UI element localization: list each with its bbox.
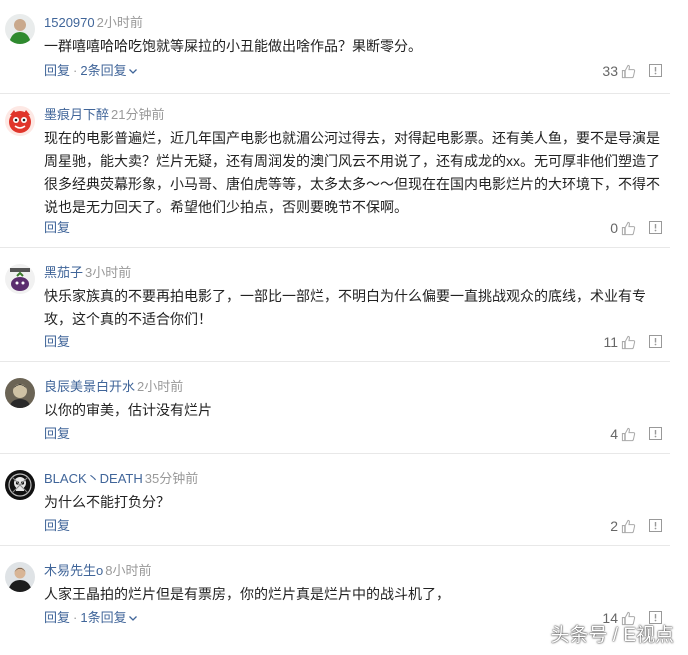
report-icon (654, 430, 657, 438)
separator: · (73, 610, 78, 625)
skull-emblem-avatar-icon (5, 470, 35, 500)
report-icon (654, 522, 657, 530)
replies-count-label: 1条回复 (80, 610, 127, 625)
timestamp: 2小时前 (137, 379, 184, 394)
chevron-down-icon (128, 69, 137, 74)
username[interactable]: 1520970 (44, 15, 95, 30)
comment-text: 为什么不能打负分？ (44, 494, 170, 510)
separator: · (73, 63, 78, 78)
timestamp: 35分钟前 (144, 471, 199, 486)
comment-actions: 回复 (44, 333, 70, 351)
like-count: 0 (610, 220, 618, 236)
thumbs-up-icon (621, 221, 636, 235)
report-icon (654, 67, 657, 75)
comment-item: 1520970 2小时前 一群嘻嘻哈哈吃饱就等屎拉的小丑能做出啥作品？果断零分。 … (0, 14, 670, 94)
report-button[interactable] (649, 221, 662, 234)
reply-button[interactable]: 回复 (44, 610, 70, 625)
chevron-down-icon (128, 616, 137, 621)
comment-item: 墨痕月下醉 21分钟前 现在的电影普遍烂，近几年国产电影也就湄公河过得去，对得起电… (0, 106, 670, 248)
comment-meta: 良辰美景白开水 2小时前 (44, 378, 183, 396)
dark-portrait-avatar-icon (5, 378, 35, 408)
thumbs-up-icon (621, 335, 636, 349)
like-button[interactable]: 4 (610, 425, 636, 443)
like-count: 11 (603, 334, 618, 350)
report-button[interactable] (649, 64, 662, 77)
avatar[interactable] (5, 378, 35, 408)
like-button[interactable]: 0 (610, 219, 636, 237)
avatar[interactable] (5, 562, 35, 592)
thumbs-up-icon (621, 427, 636, 441)
avatar[interactable] (5, 14, 35, 44)
comment-text: 一群嘻嘻哈哈吃饱就等屎拉的小丑能做出啥作品？果断零分。 (44, 38, 422, 54)
like-count: 4 (610, 426, 618, 442)
reply-button[interactable]: 回复 (44, 518, 70, 533)
username[interactable]: 良辰美景白开水 (44, 379, 135, 394)
username[interactable]: 黑茄子 (44, 265, 83, 280)
timestamp: 21分钟前 (111, 107, 165, 122)
reply-button[interactable]: 回复 (44, 426, 70, 441)
comment-actions: 回复 (44, 425, 70, 443)
avatar[interactable] (5, 106, 35, 136)
view-replies-button[interactable]: 2条回复 (80, 63, 137, 78)
purple-eggplant-avatar-icon (5, 264, 35, 294)
report-icon (654, 338, 657, 346)
report-button[interactable] (649, 427, 662, 440)
reply-button[interactable]: 回复 (44, 63, 70, 78)
green-shirt-person-avatar-icon (5, 14, 35, 44)
like-button[interactable]: 2 (610, 517, 636, 535)
like-count: 33 (602, 63, 618, 79)
report-button[interactable] (649, 335, 662, 348)
thumbs-up-icon (621, 519, 636, 533)
report-icon (654, 224, 657, 232)
watermark: 头条号 / E视点 (550, 625, 674, 646)
comment-item: 黑茄子 3小时前 快乐家族真的不要再拍电影了，一部比一部烂，不明白为什么偏要一直挑… (0, 264, 670, 362)
report-button[interactable] (649, 519, 662, 532)
comment-actions: 回复 (44, 517, 70, 535)
like-button[interactable]: 11 (603, 333, 636, 351)
reply-button[interactable]: 回复 (44, 220, 70, 235)
comment-actions: 回复 · 2条回复 (44, 62, 137, 80)
comment-meta: 黑茄子 3小时前 (44, 264, 131, 282)
timestamp: 3小时前 (85, 265, 132, 280)
comment-list: 1520970 2小时前 一群嘻嘻哈哈吃饱就等屎拉的小丑能做出啥作品？果断零分。 … (0, 0, 688, 655)
comment-item: 良辰美景白开水 2小时前 以你的审美，估计没有烂片 回复 4 (0, 378, 670, 454)
username[interactable]: 木易先生o (44, 563, 103, 578)
thumbs-up-icon (621, 64, 636, 78)
username[interactable]: 墨痕月下醉 (44, 107, 109, 122)
comment-meta: 木易先生o 8小时前 (44, 562, 151, 580)
comment-text: 人家王晶拍的烂片但是有票房，你的烂片真是烂片中的战斗机了， (44, 586, 450, 602)
comment-text: 快乐家族真的不要再拍电影了，一部比一部烂，不明白为什么偏要一直挑战观众的底线，术… (44, 288, 646, 327)
avatar[interactable] (5, 470, 35, 500)
timestamp: 2小时前 (96, 15, 143, 30)
view-replies-button[interactable]: 1条回复 (80, 610, 137, 625)
reply-button[interactable]: 回复 (44, 334, 70, 349)
username[interactable]: BLACK丶DEATH (44, 471, 143, 486)
man-dark-jacket-avatar-icon (5, 562, 35, 592)
like-count: 2 (610, 518, 618, 534)
comment-actions: 回复 · 1条回复 (44, 609, 137, 627)
timestamp: 8小时前 (105, 563, 152, 578)
comment-actions: 回复 (44, 219, 70, 237)
comment-item: BLACK丶DEATH 35分钟前 为什么不能打负分？ 回复 2 (0, 470, 670, 546)
comment-meta: BLACK丶DEATH 35分钟前 (44, 470, 198, 488)
comment-meta: 墨痕月下醉 21分钟前 (44, 106, 164, 124)
red-cartoon-avatar-icon (5, 106, 35, 136)
comment-meta: 1520970 2小时前 (44, 14, 143, 32)
replies-count-label: 2条回复 (80, 63, 127, 78)
avatar[interactable] (5, 264, 35, 294)
comment-text: 以你的审美，估计没有烂片 (44, 402, 212, 418)
comment-text: 现在的电影普遍烂，近几年国产电影也就湄公河过得去，对得起电影票。还有美人鱼，要不… (44, 130, 660, 215)
like-button[interactable]: 33 (602, 62, 636, 80)
